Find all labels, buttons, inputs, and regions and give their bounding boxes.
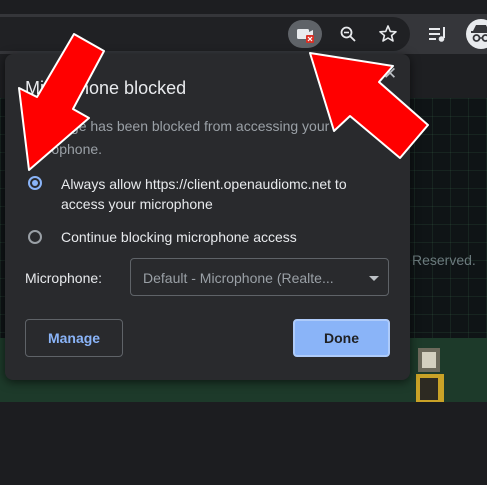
manage-button[interactable]: Manage	[25, 319, 123, 357]
microphone-select-value: Default - Microphone (Realte...	[143, 270, 334, 286]
zoom-icon[interactable]	[334, 20, 362, 48]
chevron-down-icon	[369, 276, 379, 281]
popup-description: This page has been blocked from accessin…	[25, 118, 330, 157]
microphone-label: Microphone:	[25, 270, 103, 286]
continue-blocking-label[interactable]: Continue blocking microphone access	[61, 227, 297, 247]
rights-reserved-text: Reserved.	[412, 252, 476, 268]
page-footer-area	[0, 402, 487, 485]
done-button[interactable]: Done	[293, 319, 390, 357]
continue-blocking-radio[interactable]	[28, 230, 42, 244]
microphone-permission-popup: Microphone blocked ✕ This page has been …	[5, 54, 410, 380]
browser-toolbar	[0, 14, 487, 54]
popup-title: Microphone blocked	[25, 78, 187, 98]
always-allow-label[interactable]: Always allow https://client.openaudiomc.…	[61, 174, 391, 214]
camera-blocked-icon[interactable]	[288, 20, 322, 48]
window-top-strip	[0, 0, 487, 14]
always-allow-radio[interactable]	[28, 176, 42, 190]
close-icon[interactable]: ✕	[379, 63, 401, 85]
media-control-icon[interactable]	[424, 20, 452, 48]
incognito-profile-icon[interactable]	[464, 17, 487, 51]
bookmark-star-icon[interactable]	[374, 20, 402, 48]
microphone-select[interactable]: Default - Microphone (Realte...	[130, 258, 389, 296]
